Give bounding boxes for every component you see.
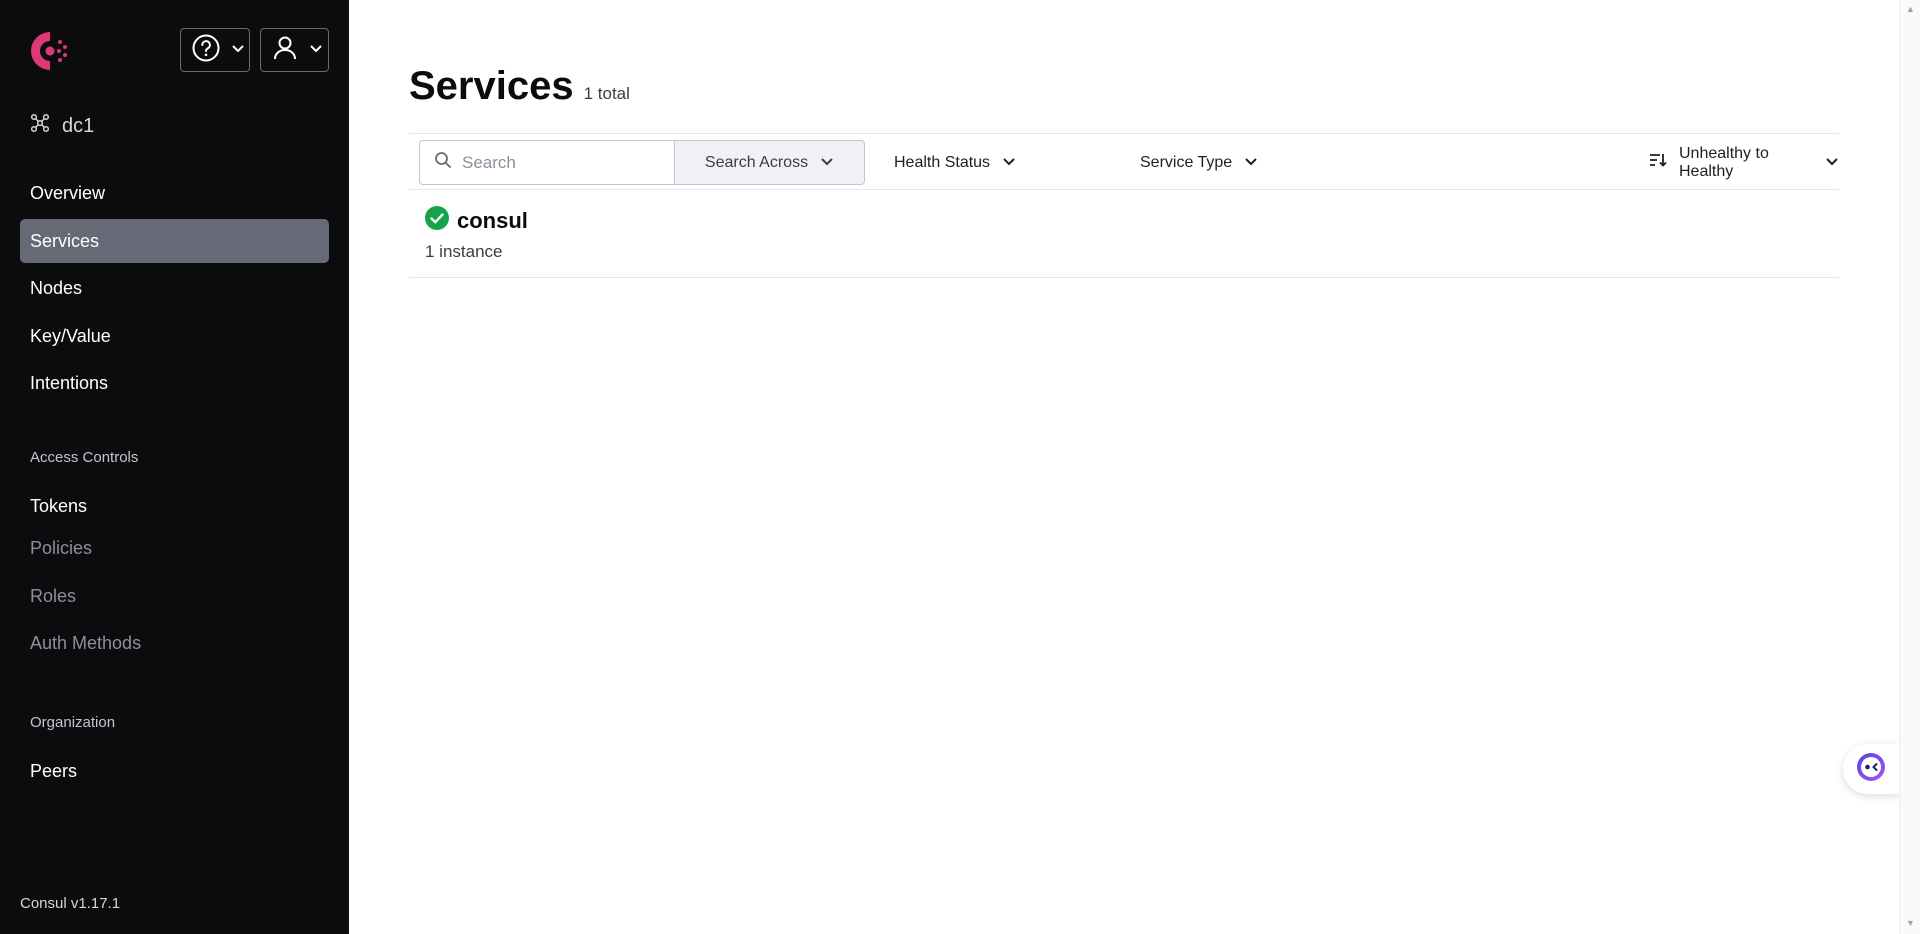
nav-item-overview[interactable]: Overview (20, 171, 329, 215)
page-title: Services (409, 64, 574, 108)
assistant-widget-button[interactable] (1843, 744, 1899, 794)
service-type-label: Service Type (1140, 153, 1233, 171)
question-circle-icon (191, 33, 221, 68)
sort-icon (1649, 152, 1667, 173)
user-icon (271, 34, 299, 67)
nav-item-services[interactable]: Services (20, 219, 329, 263)
nav-item-intentions[interactable]: Intentions (20, 361, 329, 405)
datacenter-icon (30, 113, 50, 139)
nav-item-roles[interactable]: Roles (20, 574, 329, 618)
health-check-passing-icon (425, 206, 449, 235)
scroll-up-arrow-icon[interactable]: ▲ (1906, 4, 1915, 14)
search-across-dropdown[interactable]: Search Across (675, 140, 865, 185)
nav-item-tokens[interactable]: Tokens (20, 484, 329, 528)
nav-item-nodes[interactable]: Nodes (20, 266, 329, 310)
total-count: 1 total (583, 84, 630, 103)
service-row[interactable]: consul 1 instance (409, 190, 1839, 278)
datacenter-label: dc1 (62, 114, 95, 137)
page-scrollbar[interactable]: ▲ ▼ (1899, 0, 1920, 934)
chevron-down-icon (1002, 154, 1016, 172)
help-menu-button[interactable] (180, 28, 250, 72)
consul-logo-icon[interactable] (26, 27, 74, 75)
page-header: Services 1 total (409, 64, 630, 109)
filter-toolbar: Search Across Health Status Service Type… (409, 133, 1839, 190)
health-status-label: Health Status (894, 153, 991, 171)
service-name[interactable]: consul (457, 208, 528, 234)
service-instance-count: 1 instance (425, 242, 503, 261)
user-menu-button[interactable] (260, 28, 329, 72)
organization-heading: Organization (30, 714, 116, 731)
service-type-filter[interactable]: Service Type (1140, 140, 1258, 185)
search-icon (434, 151, 452, 174)
health-status-filter[interactable]: Health Status (894, 140, 1016, 185)
assistant-face-icon (1855, 751, 1887, 788)
chevron-down-icon (309, 41, 323, 59)
service-row-header: consul (425, 206, 528, 235)
nav-item-peers[interactable]: Peers (20, 749, 329, 793)
sort-label: Unhealthy to Healthy (1679, 144, 1769, 180)
version-label: Consul v1.17.1 (20, 895, 121, 912)
access-controls-heading: Access Controls (30, 449, 139, 466)
nav-item-policies[interactable]: Policies (20, 526, 329, 570)
search-input[interactable] (462, 152, 652, 173)
scroll-down-arrow-icon[interactable]: ▼ (1906, 918, 1915, 928)
search-across-label: Search Across (704, 153, 809, 171)
nav-item-key-value[interactable]: Key/Value (20, 314, 329, 358)
chevron-down-icon (1825, 154, 1839, 172)
chevron-down-icon (820, 154, 834, 172)
search-box (419, 140, 675, 185)
chevron-down-icon (231, 41, 245, 59)
nav-item-auth-methods[interactable]: Auth Methods (20, 621, 329, 665)
chevron-down-icon (1244, 154, 1258, 172)
datacenter-selector[interactable]: dc1 (30, 113, 94, 139)
main-content: Services 1 total Search Across Health St… (349, 0, 1899, 934)
sidebar: dc1 Overview Services Nodes Key/Value In… (0, 0, 349, 934)
sort-dropdown[interactable]: Unhealthy to Healthy (1649, 140, 1839, 185)
